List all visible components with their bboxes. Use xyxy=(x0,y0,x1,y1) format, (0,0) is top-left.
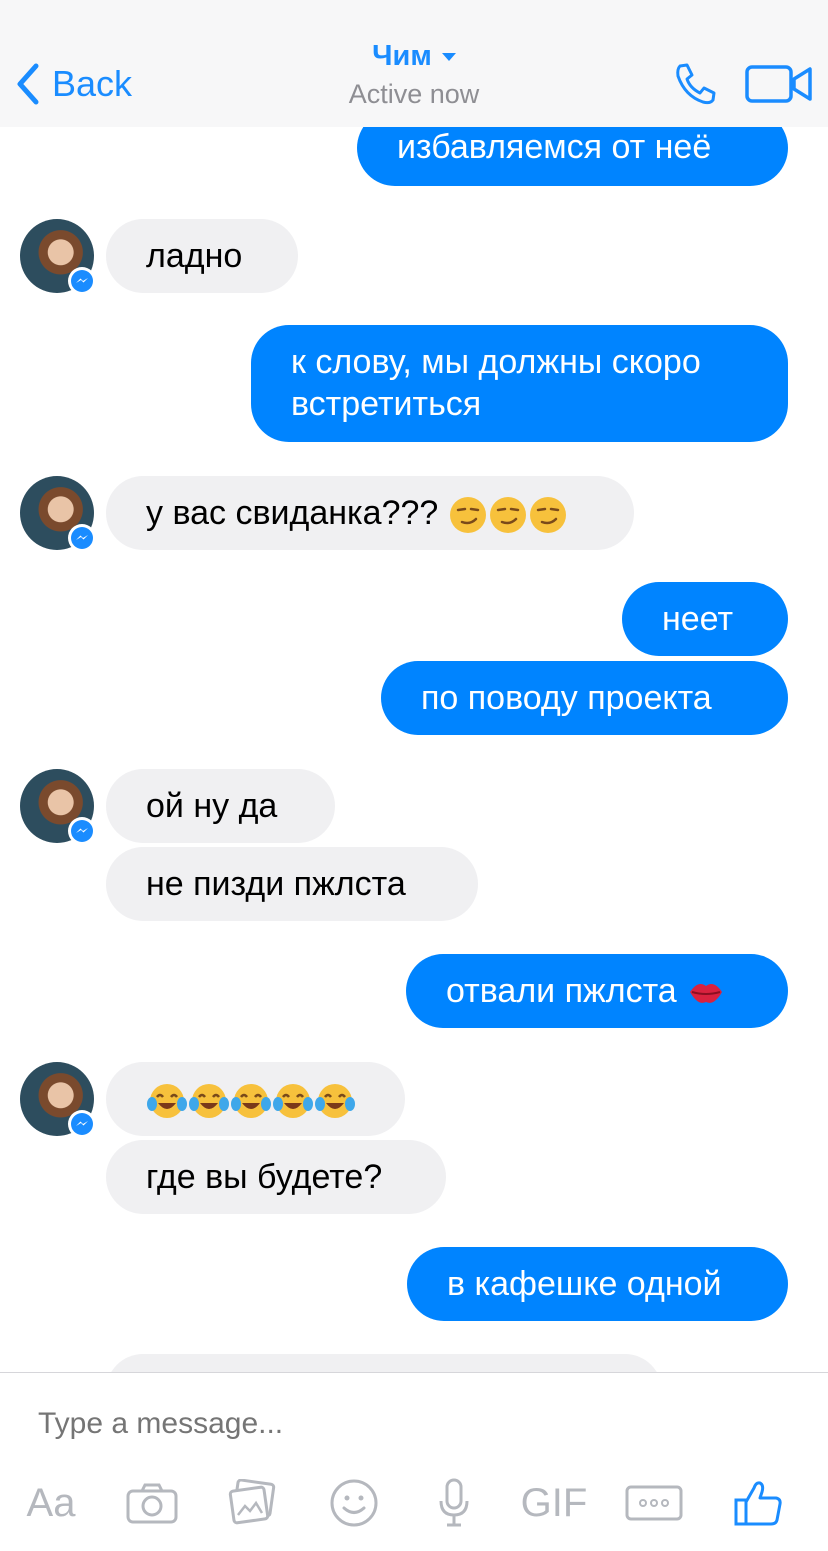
message-in[interactable] xyxy=(106,1354,662,1372)
message-text: избавляемся от неё xyxy=(397,128,712,166)
avatar[interactable] xyxy=(20,219,96,295)
message-text: у вас свиданка??? xyxy=(146,494,439,532)
messenger-badge-icon xyxy=(68,1110,96,1138)
avatar[interactable] xyxy=(20,476,96,552)
message-text: в кафешке одной xyxy=(447,1265,722,1303)
chevron-down-icon[interactable] xyxy=(441,52,456,61)
gallery-button[interactable] xyxy=(222,1473,282,1533)
message-in[interactable] xyxy=(106,1062,405,1136)
messenger-badge-icon xyxy=(68,524,96,552)
voice-button[interactable] xyxy=(424,1473,484,1533)
message-out[interactable]: в кафешке одной xyxy=(407,1247,788,1321)
message-out[interactable]: неет xyxy=(622,582,788,656)
tears-of-joy-emoji-icon xyxy=(189,1084,229,1119)
messenger-badge-icon xyxy=(68,267,96,295)
message-text: встретиться xyxy=(291,385,482,423)
phone-icon[interactable] xyxy=(672,60,720,108)
message-text: ой ну да xyxy=(146,787,278,825)
camera-icon xyxy=(126,1483,178,1524)
message-out[interactable]: отвали пжлста xyxy=(406,954,788,1028)
tears-of-joy-emoji-icon xyxy=(315,1084,355,1119)
message-composer: Aa GIF xyxy=(0,1372,828,1551)
message-in[interactable]: ой ну да xyxy=(106,769,335,843)
message-text: отвали пжлста xyxy=(446,972,677,1010)
emoji-button[interactable] xyxy=(324,1473,384,1533)
gif-button[interactable]: GIF xyxy=(518,1473,590,1533)
more-options-button[interactable] xyxy=(624,1473,684,1533)
smirk-emoji-icon xyxy=(449,497,486,534)
message-text: к слову, мы должны скоро xyxy=(291,343,701,381)
smiley-icon xyxy=(330,1479,378,1527)
message-text: по поводу проекта xyxy=(421,679,712,717)
kiss-lips-emoji-icon xyxy=(690,984,723,1003)
contact-name[interactable]: Чим xyxy=(372,40,432,73)
messenger-badge-icon xyxy=(68,817,96,845)
smirk-emoji-icon xyxy=(489,497,526,534)
smirk-emoji-icon xyxy=(529,497,566,534)
text-format-button[interactable]: Aa xyxy=(20,1473,82,1533)
message-in[interactable]: ладно xyxy=(106,219,298,293)
photo-gallery-icon xyxy=(228,1479,276,1525)
like-button[interactable] xyxy=(728,1473,788,1533)
message-in[interactable]: у вас свиданка??? xyxy=(106,476,634,550)
tears-of-joy-emoji-icon xyxy=(147,1084,187,1119)
message-thread[interactable]: избавляемся от неё ладно к слову, мы дол… xyxy=(0,0,828,1372)
message-text: не пизди пжлста xyxy=(146,865,406,903)
avatar[interactable] xyxy=(20,769,96,845)
composer-toolbar: Aa GIF xyxy=(0,1473,828,1537)
message-in[interactable]: где вы будете? xyxy=(106,1140,446,1214)
video-camera-icon[interactable] xyxy=(744,62,814,106)
message-text: ладно xyxy=(146,237,243,275)
gif-label: GIF xyxy=(520,1480,588,1525)
message-out[interactable]: по поводу проекта xyxy=(381,661,788,735)
message-in[interactable]: не пизди пжлста xyxy=(106,847,478,921)
microphone-icon xyxy=(439,1478,469,1527)
message-text: где вы будете? xyxy=(146,1158,383,1196)
camera-button[interactable] xyxy=(122,1473,182,1533)
message-text: неет xyxy=(662,600,734,638)
conversation-header: Back Чим Active now xyxy=(0,0,828,127)
tears-of-joy-emoji-icon xyxy=(231,1084,271,1119)
thumbs-up-icon xyxy=(734,1481,782,1526)
more-dots-icon xyxy=(625,1485,683,1521)
avatar[interactable] xyxy=(20,1062,96,1138)
message-input[interactable] xyxy=(36,1401,780,1447)
tears-of-joy-emoji-icon xyxy=(273,1084,313,1119)
message-out[interactable]: к слову, мы должны скоро встретиться xyxy=(251,325,788,442)
aa-label: Aa xyxy=(26,1480,76,1525)
